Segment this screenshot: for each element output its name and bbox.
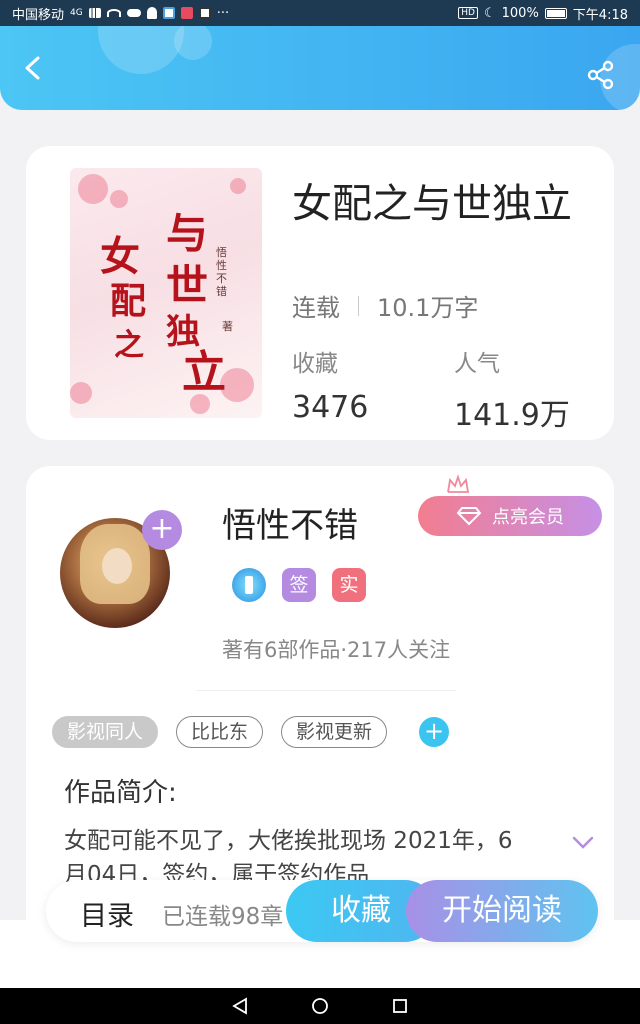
popularity-stat-value: 141.9万 xyxy=(454,398,570,433)
start-reading-button[interactable]: 开始阅读 xyxy=(406,880,598,942)
nav-recents-icon[interactable] xyxy=(391,997,409,1015)
cover-author-suffix: 著 xyxy=(222,320,233,333)
tag-item[interactable]: 影视更新 xyxy=(281,716,388,748)
hd-icon: HD xyxy=(458,7,478,19)
fav-stat-value: 3476 xyxy=(292,390,369,425)
vip-button-label: 点亮会员 xyxy=(492,507,564,528)
book-title: 女配之与世独立 xyxy=(292,181,572,227)
status-bar: 中国移动 4G ··· HD ☾ 100% 下午4:18 xyxy=(0,0,640,26)
carrier-label: 中国移动 xyxy=(12,7,65,23)
system-nav-bar xyxy=(0,988,640,1024)
cover-author: 悟性不错 xyxy=(216,246,227,298)
signal-icon xyxy=(88,8,101,18)
battery-percent: 100% xyxy=(501,5,539,21)
decor-bubble xyxy=(174,26,212,60)
follow-author-button[interactable]: + xyxy=(142,510,182,550)
cover-title-char: 立 xyxy=(182,347,226,398)
header xyxy=(0,26,640,110)
nav-home-icon[interactable] xyxy=(311,997,329,1015)
decor-bubble xyxy=(98,26,184,74)
divider xyxy=(196,690,456,691)
author-badges: 签 实 xyxy=(232,568,366,602)
word-count: 10.1万字 xyxy=(377,294,479,322)
crown-icon xyxy=(447,474,470,493)
author-name: 悟性不错 xyxy=(222,506,358,546)
meta-divider xyxy=(358,295,359,316)
wifi-icon xyxy=(106,9,121,17)
phone-verified-icon xyxy=(232,568,266,602)
tag-item[interactable]: 影视同人 xyxy=(52,716,159,748)
toc-button[interactable]: 目录 xyxy=(80,894,134,933)
book-info-card: 女 配 之 与 世 独 立 悟性不错 著 女配之与世独立 连载 10.1万字 收… xyxy=(26,146,614,440)
fav-stat-label: 收藏 xyxy=(292,351,338,377)
intro-text: 女配可能不见了，大佬挨批现场 2021年，6月04日，签约，属于签约作品 xyxy=(64,828,513,882)
more-notifications-icon: ··· xyxy=(216,5,230,21)
author-stats: 著有6部作品·217人关注 xyxy=(222,638,451,662)
cover-blossom xyxy=(70,382,92,404)
cover-blossom xyxy=(230,178,246,194)
app-icon-1 xyxy=(162,7,175,19)
cover-title-char: 配 xyxy=(110,280,147,322)
chapter-count: 已连载98章 xyxy=(162,904,284,930)
tag-item[interactable]: 比比东 xyxy=(176,716,264,748)
chevron-left-icon[interactable] xyxy=(22,56,46,80)
network-label: 4G xyxy=(70,8,83,18)
popularity-stat-label: 人气 xyxy=(454,351,500,377)
add-tag-button[interactable]: + xyxy=(419,717,450,747)
diamond-icon xyxy=(456,507,482,526)
signed-badge: 签 xyxy=(282,568,316,602)
book-meta: 连载 10.1万字 xyxy=(292,288,478,323)
cloud-icon xyxy=(126,9,141,17)
book-cover[interactable]: 女 配 之 与 世 独 立 悟性不错 著 xyxy=(70,168,262,418)
avatar-face xyxy=(102,548,132,584)
bottom-action-bar: 目录 已连载98章 收藏 开始阅读 xyxy=(46,880,598,942)
moon-icon: ☾ xyxy=(483,5,496,21)
cover-blossom xyxy=(110,190,128,208)
cover-title-char: 之 xyxy=(114,328,144,363)
app-icon-3 xyxy=(198,7,211,19)
nav-back-icon[interactable] xyxy=(231,997,249,1015)
battery-icon xyxy=(544,7,567,19)
intro-title: 作品简介: xyxy=(64,778,177,808)
book-status: 连载 xyxy=(292,294,340,322)
cover-blossom xyxy=(78,174,108,204)
verified-badge: 实 xyxy=(332,568,366,602)
chevron-down-icon[interactable] xyxy=(572,836,594,850)
bell-icon xyxy=(146,7,157,19)
vip-button[interactable]: 点亮会员 xyxy=(418,496,602,536)
app-icon-2 xyxy=(180,7,193,19)
share-icon[interactable] xyxy=(586,60,616,90)
clock: 下午4:18 xyxy=(572,7,628,23)
tag-list: 影视同人 比比东 影视更新 + xyxy=(52,716,450,748)
